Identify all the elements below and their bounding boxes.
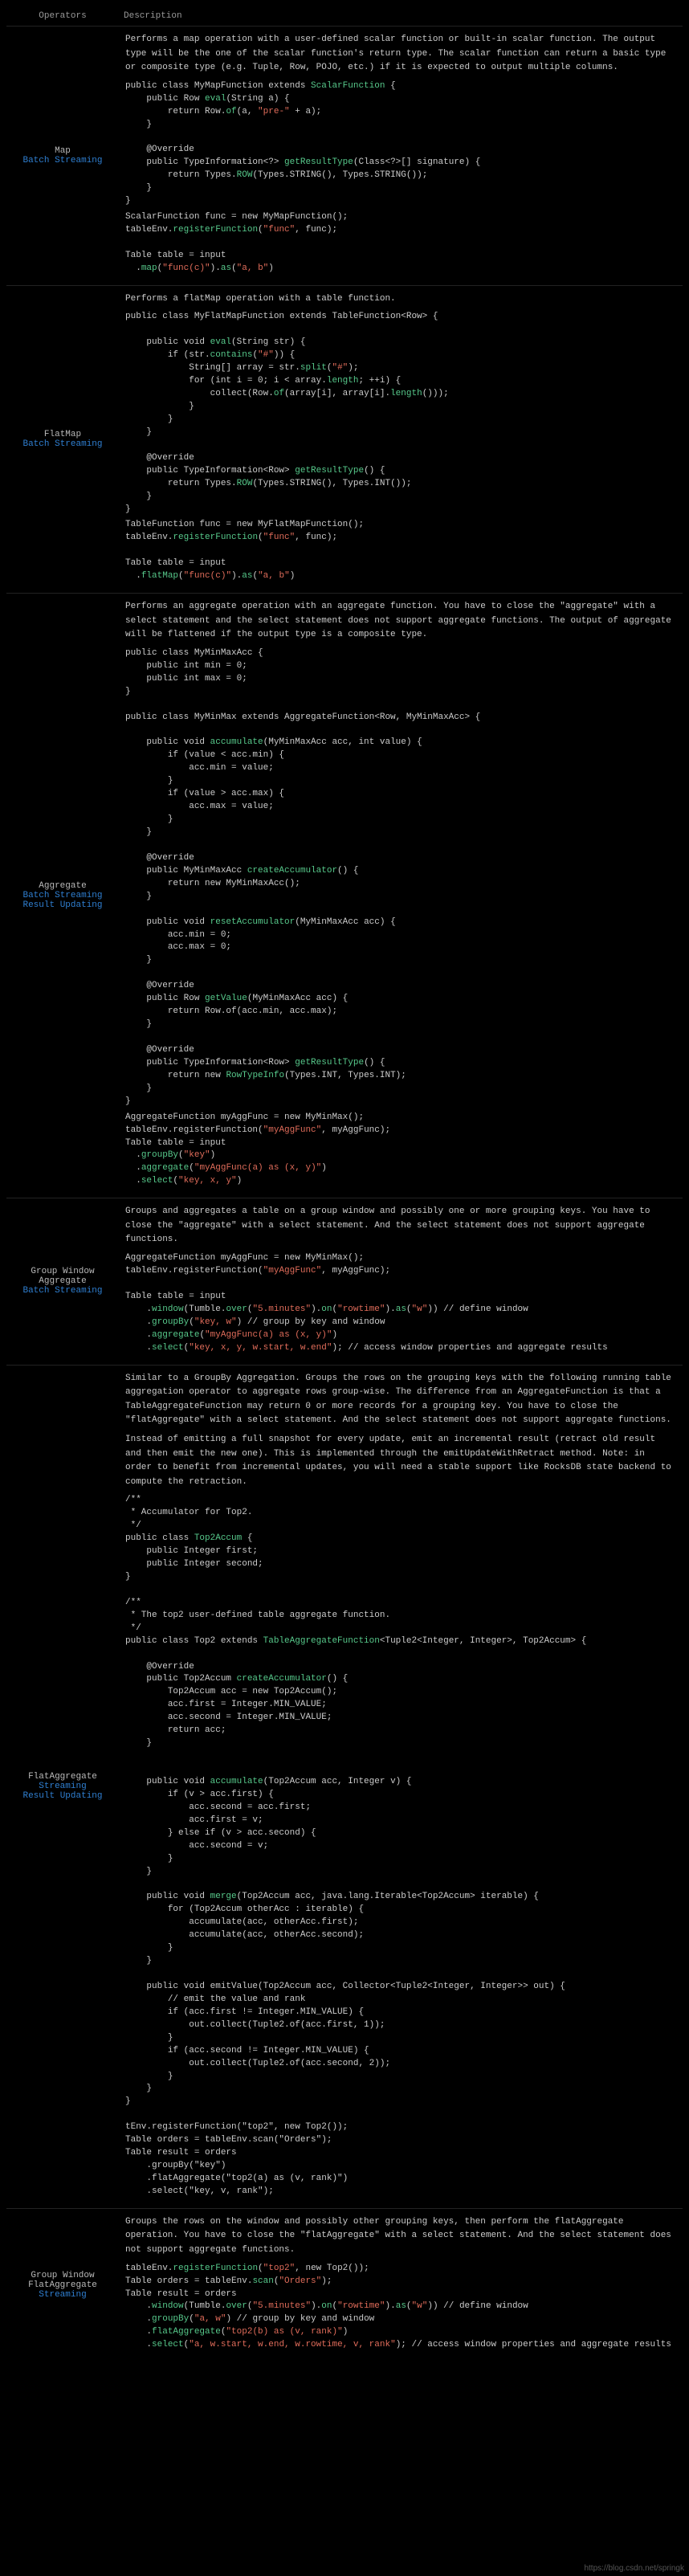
operators-table: Operators Description Map Batch Streamin… (6, 6, 683, 2362)
op-mode-flatagg2: Result Updating (13, 1791, 112, 1801)
desc-gwfa: Groups the rows on the window and possib… (125, 2215, 676, 2258)
code-gwfa-use: tableEnv.registerFunction("top2", new To… (125, 2263, 676, 2353)
code-flatagg-func: /** * Accumulator for Top2. */ public cl… (125, 1494, 676, 2198)
code-agg-use: AggregateFunction myAggFunc = new MyMinM… (125, 1112, 676, 1189)
watermark: https://blog.csdn.net/springk (584, 2564, 684, 2573)
row-aggregate: Aggregate Batch Streaming Result Updatin… (6, 594, 683, 1198)
code-flatmap-use: TableFunction func = new MyFlatMapFuncti… (125, 519, 676, 583)
code-map-use: ScalarFunction func = new MyMapFunction(… (125, 211, 676, 276)
row-flatagg: FlatAggregate Streaming Result Updating … (6, 1365, 683, 2208)
desc-aggregate: Performs an aggregate operation with an … (125, 600, 676, 643)
op-mode-flatagg1: Streaming (13, 1782, 112, 1791)
code-flatmap-func: public class MyFlatMapFunction extends T… (125, 311, 676, 516)
code-map-func: public class MyMapFunction extends Scala… (125, 80, 676, 208)
th-description: Description (119, 6, 683, 27)
op-name-flatmap: FlatMap (13, 430, 112, 439)
op-name-gwfa: Group Window FlatAggregate (13, 2271, 112, 2290)
desc-flatmap: Performs a flatMap operation with a tabl… (125, 292, 676, 307)
desc-flatagg1: Similar to a GroupBy Aggregation. Groups… (125, 1372, 676, 1428)
th-operators: Operators (6, 6, 119, 27)
row-gwfa: Group Window FlatAggregate Streaming Gro… (6, 2208, 683, 2362)
code-agg-func: public class MyMinMaxAcc { public int mi… (125, 647, 676, 1108)
desc-gwa: Groups and aggregates a table on a group… (125, 1205, 676, 1247)
row-flatmap: FlatMap Batch Streaming Performs a flatM… (6, 285, 683, 593)
desc-flatagg2: Instead of emitting a full snapshot for … (125, 1433, 676, 1489)
op-name-aggregate: Aggregate (13, 881, 112, 891)
op-mode-gwa: Batch Streaming (13, 1286, 112, 1296)
row-map: Map Batch Streaming Performs a map opera… (6, 27, 683, 286)
op-name-flatagg: FlatAggregate (13, 1772, 112, 1782)
op-mode-map: Batch Streaming (13, 156, 112, 165)
op-mode-gwfa: Streaming (13, 2290, 112, 2300)
op-name-gwa: Group Window Aggregate (13, 1267, 112, 1286)
code-gwa-use: AggregateFunction myAggFunc = new MyMinM… (125, 1252, 676, 1355)
row-gwa: Group Window Aggregate Batch Streaming G… (6, 1198, 683, 1365)
op-mode-flatmap: Batch Streaming (13, 439, 112, 449)
desc-map: Performs a map operation with a user-def… (125, 33, 676, 76)
op-name-map: Map (13, 146, 112, 156)
op-mode-aggregate2: Result Updating (13, 900, 112, 910)
op-mode-aggregate1: Batch Streaming (13, 891, 112, 900)
